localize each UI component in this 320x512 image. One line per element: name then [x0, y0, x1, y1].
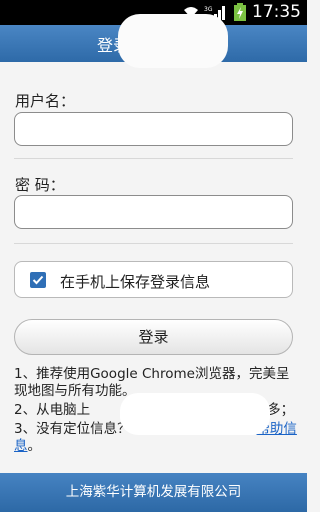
login-button[interactable]: 登录	[14, 319, 293, 355]
divider	[14, 243, 293, 244]
password-label: 密 码：	[15, 176, 65, 194]
footer: 上海紫华计算机发展有限公司	[0, 473, 307, 512]
redaction-blob	[118, 14, 228, 68]
username-label: 用户名：	[15, 92, 76, 110]
status-time: 17:35	[252, 2, 301, 22]
divider	[14, 158, 293, 159]
save-login-checkbox[interactable]	[30, 272, 46, 288]
password-input[interactable]	[14, 195, 293, 229]
username-input[interactable]	[14, 112, 293, 146]
company-name: 上海紫华计算机发展有限公司	[65, 484, 242, 500]
checkmark-icon	[32, 275, 44, 285]
battery-icon	[234, 3, 246, 21]
redaction-blob	[120, 393, 270, 435]
network-type-label: 3G	[204, 6, 213, 13]
save-login-row[interactable]: 在手机上保存登录信息	[14, 261, 293, 298]
save-login-label: 在手机上保存登录信息	[60, 273, 211, 291]
